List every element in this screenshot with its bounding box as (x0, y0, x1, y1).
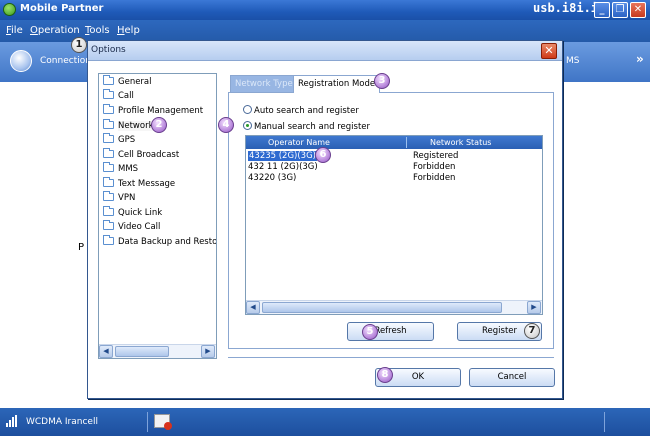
status-divider (604, 412, 605, 432)
menubar: File Operation Tools Help (0, 20, 650, 42)
category-item[interactable]: Video Call (103, 220, 160, 235)
folder-icon (103, 89, 114, 99)
statusbar: WCDMA Irancell (0, 408, 650, 436)
category-tree: General Call Profile Management Network … (98, 73, 217, 359)
callout-4: 4 (218, 117, 234, 133)
dialog-divider (228, 357, 554, 358)
minimize-button[interactable]: _ (594, 2, 610, 18)
folder-icon (103, 133, 114, 143)
scroll-right-icon[interactable]: ▶ (201, 345, 215, 358)
category-item[interactable]: GPS (103, 133, 135, 148)
auto-search-radio[interactable]: Auto search and register (243, 105, 359, 116)
callout-7: 7 (524, 323, 540, 339)
folder-icon (103, 191, 114, 201)
menu-operation[interactable]: Operation (30, 25, 80, 36)
category-item[interactable]: MMS (103, 162, 138, 177)
sms-alert-icon[interactable] (154, 414, 172, 430)
scroll-thumb[interactable] (115, 346, 169, 357)
callout-2: 2 (151, 117, 167, 133)
connection-label[interactable]: Connection (40, 56, 91, 66)
network-status-label: WCDMA Irancell (26, 417, 98, 427)
connection-icon[interactable] (10, 50, 32, 72)
sms-label[interactable]: MS (566, 56, 579, 66)
radio-unchecked-icon (243, 105, 252, 114)
manual-search-radio[interactable]: Manual search and register (243, 121, 370, 132)
folder-icon (103, 206, 114, 216)
category-item-network[interactable]: Network (103, 119, 154, 134)
scroll-left-icon[interactable]: ◀ (99, 345, 113, 358)
column-network-status[interactable]: Network Status (430, 138, 491, 147)
category-scrollbar[interactable]: ◀ ▶ (99, 344, 216, 358)
operator-list: Operator Name Network Status 43235 (2G)(… (245, 135, 543, 315)
folder-icon (103, 75, 114, 85)
dialog-close-button[interactable]: ✕ (541, 43, 557, 59)
radio-checked-icon (243, 121, 252, 130)
scroll-thumb[interactable] (262, 302, 502, 313)
category-item[interactable]: VPN (103, 191, 135, 206)
folder-icon (103, 148, 114, 158)
folder-icon (103, 104, 114, 114)
callout-6: 6 (315, 147, 331, 163)
scroll-left-icon[interactable]: ◀ (246, 301, 260, 314)
category-item[interactable]: Data Backup and Restora (103, 235, 216, 250)
workarea-partial-text: P (78, 242, 85, 253)
operator-row[interactable]: 432 11 (2G)(3G) Forbidden (248, 162, 538, 173)
operator-row[interactable]: 43235 (2G)(3G) Registered (248, 151, 538, 162)
category-item[interactable]: Text Message (103, 177, 175, 192)
more-chevron-icon[interactable]: » (636, 52, 644, 66)
callout-3: 3 (374, 73, 390, 89)
folder-icon (103, 220, 114, 230)
menu-file[interactable]: File (6, 25, 23, 36)
app-titlebar: Mobile Partner usb.i8i.ir _ ❐ ✕ (0, 0, 650, 20)
folder-icon (103, 162, 114, 172)
category-item[interactable]: Quick Link (103, 206, 162, 221)
operator-row[interactable]: 43220 (3G) Forbidden (248, 173, 538, 184)
column-operator-name[interactable]: Operator Name (268, 138, 330, 147)
scroll-right-icon[interactable]: ▶ (527, 301, 541, 314)
restore-button[interactable]: ❐ (612, 2, 628, 18)
menu-tools[interactable]: Tools (85, 25, 110, 36)
category-item[interactable]: Cell Broadcast (103, 148, 179, 163)
mobile-partner-icon (3, 3, 16, 16)
cancel-button[interactable]: Cancel (469, 368, 555, 387)
folder-icon (103, 235, 114, 245)
dialog-titlebar: Options ✕ (88, 41, 562, 61)
refresh-button[interactable]: Refresh (347, 322, 434, 341)
callout-8: 8 (377, 367, 393, 383)
menu-help[interactable]: Help (117, 25, 140, 36)
category-item[interactable]: Profile Management (103, 104, 203, 119)
options-dialog: Options ✕ General Call Profile Managemen… (87, 40, 563, 399)
tab-network-type[interactable]: Network Type (230, 75, 298, 92)
operator-list-header: Operator Name Network Status (246, 136, 542, 149)
app-title: Mobile Partner (20, 3, 104, 14)
signal-strength-icon (6, 415, 18, 427)
folder-icon (103, 177, 114, 187)
callout-5: 5 (362, 324, 378, 340)
operator-list-scrollbar[interactable]: ◀ ▶ (246, 300, 542, 314)
callout-1: 1 (71, 37, 87, 53)
status-divider (147, 412, 148, 432)
category-item[interactable]: General (103, 75, 152, 90)
category-item[interactable]: Call (103, 89, 134, 104)
tab-registration-mode[interactable]: Registration Mode (293, 75, 381, 93)
registration-mode-panel: Auto search and register Manual search a… (228, 92, 554, 349)
folder-icon (103, 119, 114, 129)
close-button[interactable]: ✕ (630, 2, 646, 18)
dialog-title: Options (91, 45, 126, 55)
